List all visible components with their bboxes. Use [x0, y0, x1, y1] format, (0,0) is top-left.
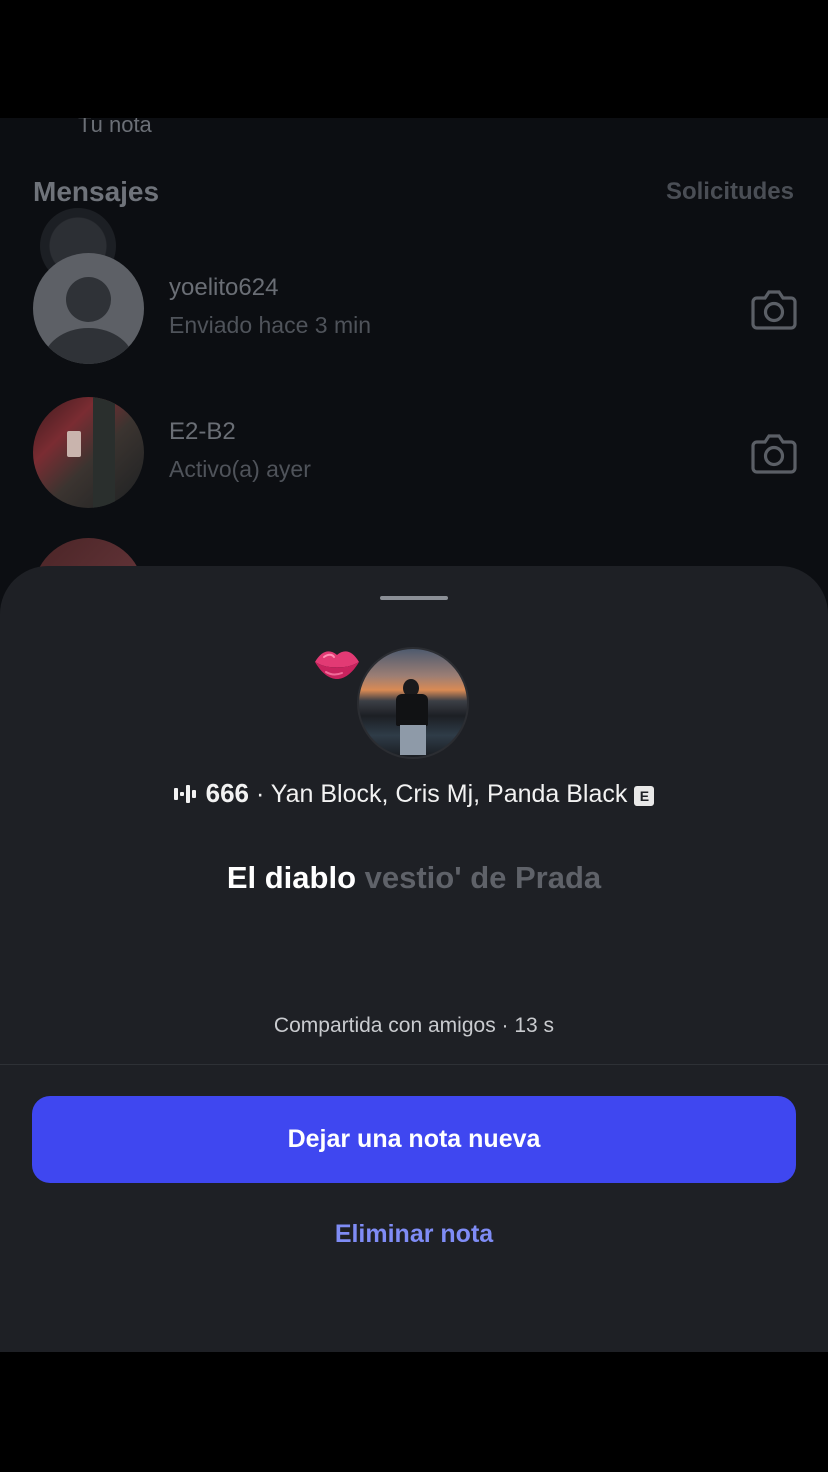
divider — [0, 1064, 828, 1065]
audio-wave-icon — [173, 785, 196, 803]
your-note-label[interactable]: Tu nota — [78, 118, 152, 138]
messages-title: Mensajes — [33, 176, 160, 207]
avatar — [33, 253, 144, 364]
note-profile-avatar[interactable] — [357, 647, 469, 759]
lyric-upcoming: vestio' de Prada — [356, 860, 602, 895]
song-info[interactable]: 666 · Yan Block, Cris Mj, Panda Black E — [0, 778, 828, 809]
avatar — [33, 397, 144, 508]
bottom-black-bar — [0, 1352, 828, 1472]
note-bottom-sheet: 666 · Yan Block, Cris Mj, Panda Black E E… — [0, 566, 828, 1352]
lyric-line: El diablo vestio' de Prada — [0, 860, 828, 896]
song-separator: · — [249, 780, 271, 808]
camera-icon[interactable] — [751, 432, 797, 474]
shared-meta: Compartida con amigos · 13 s — [273, 1014, 555, 1037]
lips-icon — [315, 651, 359, 679]
delete-note-link[interactable]: Eliminar nota — [0, 1220, 828, 1249]
explicit-badge: E — [634, 786, 655, 806]
top-black-bar — [0, 0, 828, 118]
lyric-current: El diablo — [226, 860, 357, 895]
conversation-status: Enviado hace 3 min — [169, 312, 372, 338]
leave-new-note-button[interactable]: Dejar una nota nueva — [32, 1096, 796, 1183]
inbox-screen: Tu nota Mensajes Solicitudes yoelito624 … — [0, 118, 828, 1352]
conversation-name: E2-B2 — [169, 418, 236, 445]
conversation-row[interactable]: yoelito624 Enviado hace 3 min — [0, 248, 828, 368]
conversation-row[interactable]: E2-B2 Activo(a) ayer — [0, 392, 828, 512]
song-artists: Yan Block, Cris Mj, Panda Black — [270, 780, 628, 808]
song-title: 666 — [205, 778, 249, 808]
camera-icon[interactable] — [751, 288, 797, 330]
conversation-name: yoelito624 — [169, 274, 279, 301]
requests-link[interactable]: Solicitudes — [666, 178, 794, 206]
sheet-drag-handle[interactable] — [380, 596, 448, 600]
conversation-status: Activo(a) ayer — [169, 456, 311, 482]
